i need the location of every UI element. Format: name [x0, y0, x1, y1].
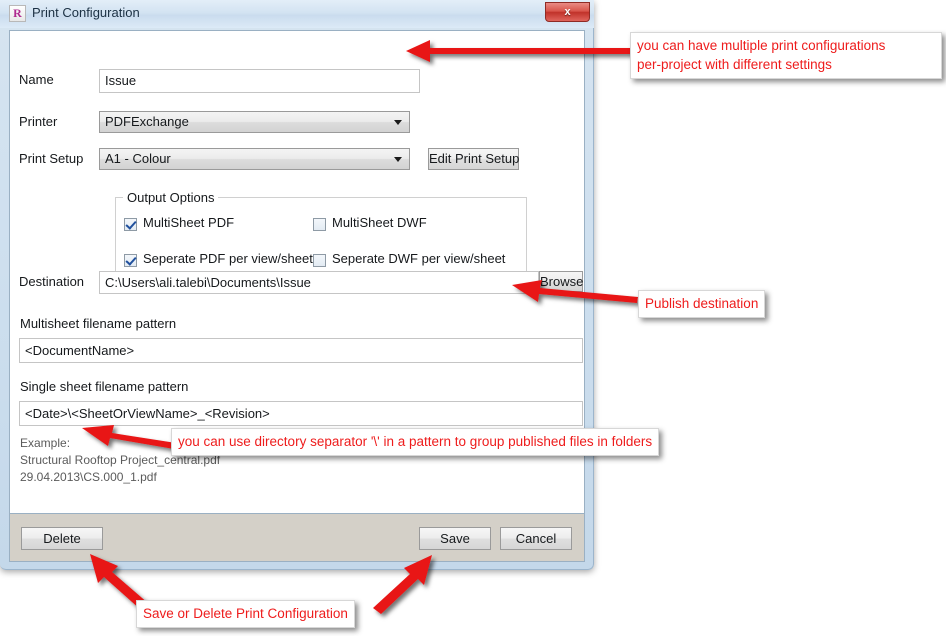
checkbox-box-icon [313, 218, 326, 231]
chevron-down-icon [394, 157, 402, 162]
destination-input[interactable]: C:\Users\ali.talebi\Documents\Issue [99, 271, 539, 294]
screenshot-canvas: R Print Configuration x Name Issue Print… [0, 0, 946, 636]
singlesheet-pattern-input[interactable]: <Date>\<SheetOrViewName>_<Revision> [19, 401, 583, 426]
checkbox-label: Seperate PDF per view/sheet [143, 251, 313, 266]
destination-label: Destination [19, 274, 85, 289]
example-heading: Example: [20, 436, 71, 450]
print-setup-value: A1 - Colour [105, 151, 171, 166]
printer-value: PDFExchange [105, 114, 189, 129]
checkbox-box-icon [313, 254, 326, 267]
chevron-down-icon [394, 120, 402, 125]
checkbox-label: Seperate DWF per view/sheet [332, 251, 506, 266]
callout-destination-note: Publish destination [638, 290, 766, 318]
checkbox-label: MultiSheet DWF [332, 215, 427, 230]
printer-combobox[interactable]: PDFExchange [99, 111, 410, 133]
multisheet-pattern-input[interactable]: <DocumentName> [19, 338, 583, 363]
close-icon[interactable]: x [545, 2, 590, 22]
callout-name-note: you can have multiple print configuratio… [630, 32, 942, 79]
print-setup-combobox[interactable]: A1 - Colour [99, 148, 410, 170]
title-bar[interactable]: R Print Configuration x [0, 0, 594, 28]
print-configuration-dialog: R Print Configuration x Name Issue Print… [0, 0, 594, 570]
revit-r-icon: R [9, 5, 26, 22]
window-title: Print Configuration [32, 5, 140, 20]
save-button[interactable]: Save [419, 527, 491, 550]
print-setup-label: Print Setup [19, 151, 84, 166]
output-options-group [115, 197, 527, 281]
name-input[interactable]: Issue [99, 69, 420, 93]
printer-label: Printer [19, 114, 58, 129]
checkbox-box-icon [124, 254, 137, 267]
dialog-footer: Delete Save Cancel [9, 514, 585, 562]
output-options-legend: Output Options [123, 190, 219, 205]
singlesheet-pattern-label: Single sheet filename pattern [20, 379, 189, 394]
delete-button[interactable]: Delete [21, 527, 103, 550]
callout-footer-note: Save or Delete Print Configuration [136, 600, 355, 628]
callout-pattern-note: you can use directory separator '\' in a… [171, 428, 660, 456]
name-label: Name [19, 72, 54, 87]
multisheet-pattern-label: Multisheet filename pattern [20, 316, 177, 331]
edit-print-setup-button[interactable]: Edit Print Setup [428, 148, 519, 170]
browse-button[interactable]: Browse [539, 271, 583, 292]
checkbox-box-icon [124, 218, 137, 231]
callout-line: you can have multiple print configuratio… [637, 38, 886, 53]
callout-line: per-project with different settings [637, 57, 832, 72]
checkbox-label: MultiSheet PDF [143, 215, 235, 230]
cancel-button[interactable]: Cancel [500, 527, 572, 550]
example-line: 29.04.2013\CS.000_1.pdf [20, 470, 157, 484]
